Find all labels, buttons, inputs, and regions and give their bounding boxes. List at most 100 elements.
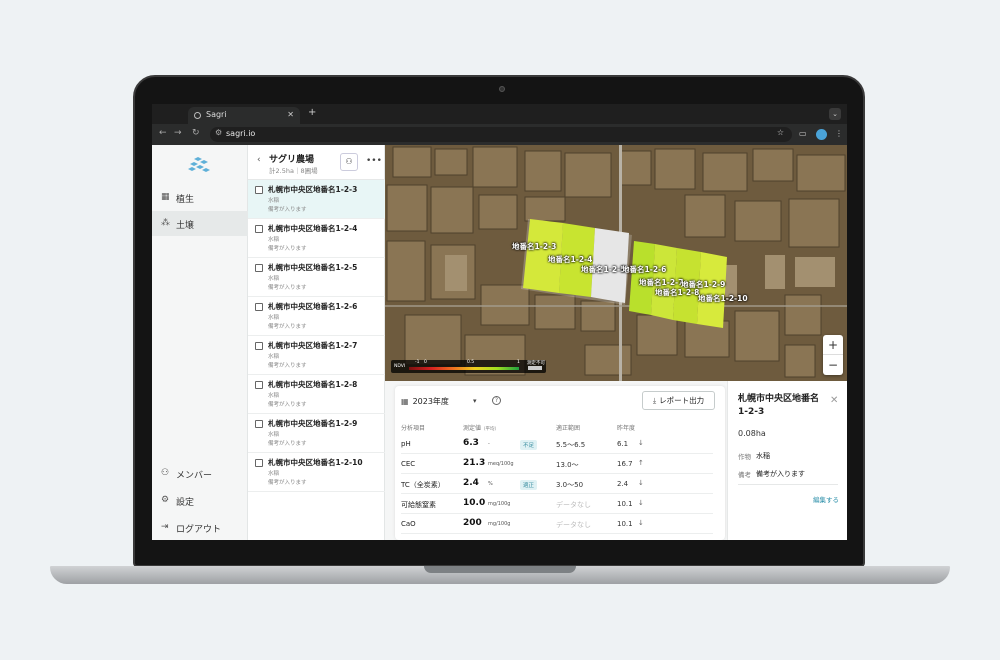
browser-tab[interactable]: Sagri ✕ — [188, 107, 300, 124]
field-list: ‹ サグリ農場 計2.5ha｜8圃場 ⚇ ••• 札幌市中央区地番名1-2-3 水… — [248, 145, 385, 540]
back-chevron-icon[interactable]: ‹ — [257, 155, 261, 165]
gear-icon: ⚙ — [161, 495, 170, 505]
field-checkbox[interactable] — [255, 186, 263, 194]
close-tab-icon[interactable]: ✕ — [287, 110, 294, 119]
table-row[interactable]: pH 6.3 - 不足 5.5〜6.5 6.1 ↓ — [401, 435, 713, 454]
measured-value: 2.4 — [463, 478, 479, 488]
field-name: 札幌市中央区地番名1-2-8 — [268, 380, 358, 389]
calendar-icon: ▦ — [401, 397, 409, 406]
report-export-button[interactable]: ⤓ レポート出力 — [642, 391, 715, 410]
table-row[interactable]: CEC 21.3 meq/100g 13.0〜 16.7 ↑ — [401, 455, 713, 474]
forward-icon[interactable]: → — [174, 128, 182, 138]
year-select[interactable]: ▦ 2023年度 — [401, 396, 449, 407]
soil-data-panel: ▦ 2023年度 ▾ ? ⤓ レポート出力 分析項目 測定値（平均） 適正範囲 昨年… — [385, 381, 727, 540]
field-checkbox[interactable] — [255, 225, 263, 233]
cast-icon[interactable]: ▭ — [799, 129, 807, 138]
sidebar-item-settings[interactable]: ⚙ 設定 — [152, 488, 248, 513]
field-crop: 水稲 — [268, 393, 280, 399]
field-list-item[interactable]: 札幌市中央区地番名1-2-6 水稲 備考が入ります — [248, 297, 385, 336]
table-row[interactable]: TC（全炭素） 2.4% 適正 3.0〜50 2.4 ↓ — [401, 475, 713, 494]
detail-note-value: 備考が入ります — [756, 470, 805, 478]
field-label: 地番名1-2-8 — [655, 288, 700, 297]
legend-mid: 0.5 — [467, 360, 475, 365]
satellite-map[interactable]: 地番名1-2-3 地番名1-2-4 地番名1-2-5 地番名1-2-6 地番名1… — [385, 145, 847, 381]
legend-gradient — [409, 367, 519, 370]
help-icon[interactable]: ? — [492, 396, 501, 405]
field-note: 備考が入ります — [268, 324, 307, 330]
trend-arrow-icon: ↓ — [638, 499, 644, 507]
field-checkbox[interactable] — [255, 381, 263, 389]
ndvi-legend: NDVI -1 0 0.5 1 測定不可 — [391, 360, 546, 373]
field-checkbox[interactable] — [255, 303, 263, 311]
header-value-note: （平均） — [481, 427, 500, 432]
logout-icon: ⇥ — [161, 522, 169, 532]
soil-data-card: ▦ 2023年度 ▾ ? ⤓ レポート出力 分析項目 測定値（平均） 適正範囲 昨年… — [395, 386, 725, 540]
measured-value: 10.0 — [463, 498, 486, 508]
app: ▦ 植生 ⁂ 土壌 ⚇ メンバー ⚙ 設定 ⇥ ログアウト ‹ サグリ農場 計2… — [152, 145, 847, 540]
sidebar-item-logout[interactable]: ⇥ ログアウト — [152, 515, 248, 540]
field-polygon-1-2-9[interactable] — [697, 252, 727, 328]
field-note: 備考が入ります — [268, 363, 307, 369]
table-row[interactable]: 可給態窒素 10.0 mg/100g データなし 10.1 ↓ — [401, 495, 713, 514]
sidebar-item-vegetation[interactable]: ▦ 植生 — [152, 185, 248, 210]
header-item: 分析項目 — [401, 425, 426, 432]
zoom-control: + − — [823, 335, 843, 375]
field-checkbox[interactable] — [255, 264, 263, 272]
field-label: 地番名1-2-5 — [581, 265, 626, 274]
sidebar-item-label: 土壌 — [176, 221, 195, 231]
sidebar-item-label: ログアウト — [176, 525, 222, 535]
field-list-item[interactable]: 札幌市中央区地番名1-2-3 水稲 備考が入ります — [248, 180, 385, 219]
download-icon: ⤓ — [652, 396, 657, 405]
address-bar[interactable]: ⚙ sagri.io ☆ — [210, 127, 792, 142]
detail-crop-label: 作物 — [738, 453, 751, 461]
field-name: 札幌市中央区地番名1-2-5 — [268, 263, 358, 272]
field-list-item[interactable]: 札幌市中央区地番名1-2-5 水稲備考が入ります — [248, 258, 385, 297]
unit: - — [488, 441, 490, 447]
more-icon[interactable]: ••• — [366, 156, 382, 166]
field-list-item[interactable]: 札幌市中央区地番名1-2-9 水稲 備考が入ります — [248, 414, 385, 453]
back-icon[interactable]: ← — [159, 128, 167, 138]
edit-link[interactable]: 編集する — [813, 494, 839, 504]
menu-icon[interactable]: ⋮ — [835, 129, 843, 138]
field-name: 札幌市中央区地番名1-2-9 — [268, 419, 358, 428]
bookmark-star-icon[interactable]: ☆ — [777, 128, 784, 137]
field-checkbox[interactable] — [255, 342, 263, 350]
proper-range: データなし — [556, 521, 591, 529]
reload-icon[interactable]: ↻ — [192, 128, 200, 138]
farm-name: サグリ農場 — [269, 155, 315, 165]
field-list-item[interactable]: 札幌市中央区地番名1-2-4 水稲 備考が入ります — [248, 219, 385, 258]
zoom-in-button[interactable]: + — [823, 335, 843, 355]
field-crop: 水稲 — [268, 237, 280, 243]
field-note: 備考が入ります — [268, 246, 307, 252]
share-users-button[interactable]: ⚇ — [340, 153, 358, 171]
field-note: 備考が入ります — [268, 441, 307, 447]
trend-arrow-icon: ↑ — [638, 459, 644, 467]
browser-toolbar: ← → ↻ ⚙ sagri.io ☆ ▭ ⋮ — [152, 124, 847, 145]
field-note: 備考が入ります — [268, 285, 307, 291]
header-range: 適正範囲 — [556, 425, 581, 432]
legend-zero: 0 — [424, 360, 427, 365]
tab-search-button[interactable]: ⌄ — [829, 108, 841, 120]
trend-arrow-icon: ↓ — [638, 519, 644, 527]
close-icon[interactable]: ✕ — [830, 395, 838, 406]
field-list-item[interactable]: 札幌市中央区地番名1-2-10 水稲 備考が入ります — [248, 453, 385, 492]
sidebar-item-soil[interactable]: ⁂ 土壌 — [152, 211, 248, 236]
field-polygons — [523, 219, 727, 328]
chevron-down-icon[interactable]: ▾ — [473, 397, 477, 405]
field-checkbox[interactable] — [255, 420, 263, 428]
legend-min: -1 — [415, 360, 420, 365]
sidebar-item-label: メンバー — [176, 471, 213, 481]
zoom-out-button[interactable]: − — [823, 355, 843, 375]
field-checkbox[interactable] — [255, 459, 263, 467]
site-info-icon[interactable]: ⚙ — [215, 128, 222, 137]
sidebar-item-members[interactable]: ⚇ メンバー — [152, 461, 248, 486]
new-tab-button[interactable]: + — [308, 107, 316, 118]
field-crop: 水稲 — [268, 276, 280, 282]
table-row[interactable]: CaO 200 mg/100g データなし 10.1 ↓ — [401, 515, 713, 534]
proper-range: 5.5〜6.5 — [556, 441, 586, 449]
measured-value: 6.3 — [463, 438, 479, 448]
proper-range: 3.0〜50 — [556, 481, 584, 489]
field-list-item[interactable]: 札幌市中央区地番名1-2-7 水稲 備考が入ります — [248, 336, 385, 375]
field-list-item[interactable]: 札幌市中央区地番名1-2-8 水稲 備考が入ります — [248, 375, 385, 414]
profile-avatar[interactable] — [816, 129, 827, 140]
